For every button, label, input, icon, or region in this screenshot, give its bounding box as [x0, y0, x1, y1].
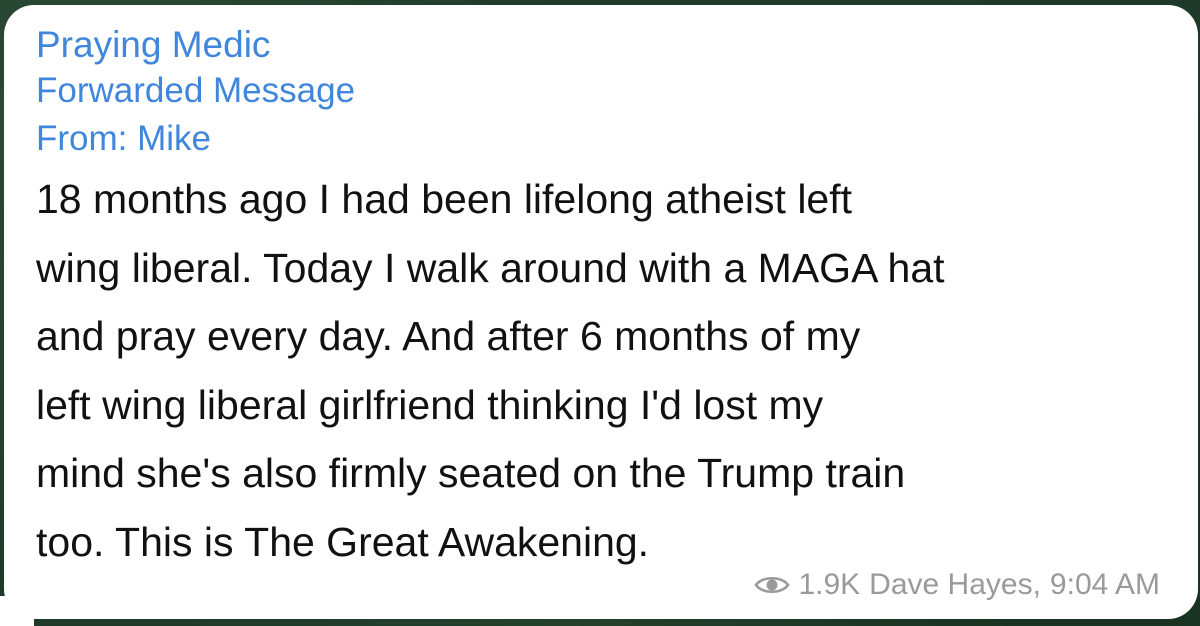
forwarded-from[interactable]: From: Mike: [36, 115, 1168, 163]
view-count: 1.9K: [798, 568, 861, 601]
message-meta: 1.9K Dave Hayes, 9:04 AM: [754, 567, 1160, 603]
post-time: 9:04 AM: [1049, 568, 1160, 601]
forwarded-label: Forwarded Message: [36, 71, 356, 110]
channel-name[interactable]: Praying Medic: [36, 23, 1168, 67]
message-text: 18 months ago I had been lifelong atheis…: [36, 176, 945, 565]
message-bubble[interactable]: Praying Medic Forwarded Message From: Mi…: [4, 5, 1198, 619]
eye-icon: [754, 576, 791, 594]
post-author: Dave Hayes,: [869, 568, 1041, 601]
